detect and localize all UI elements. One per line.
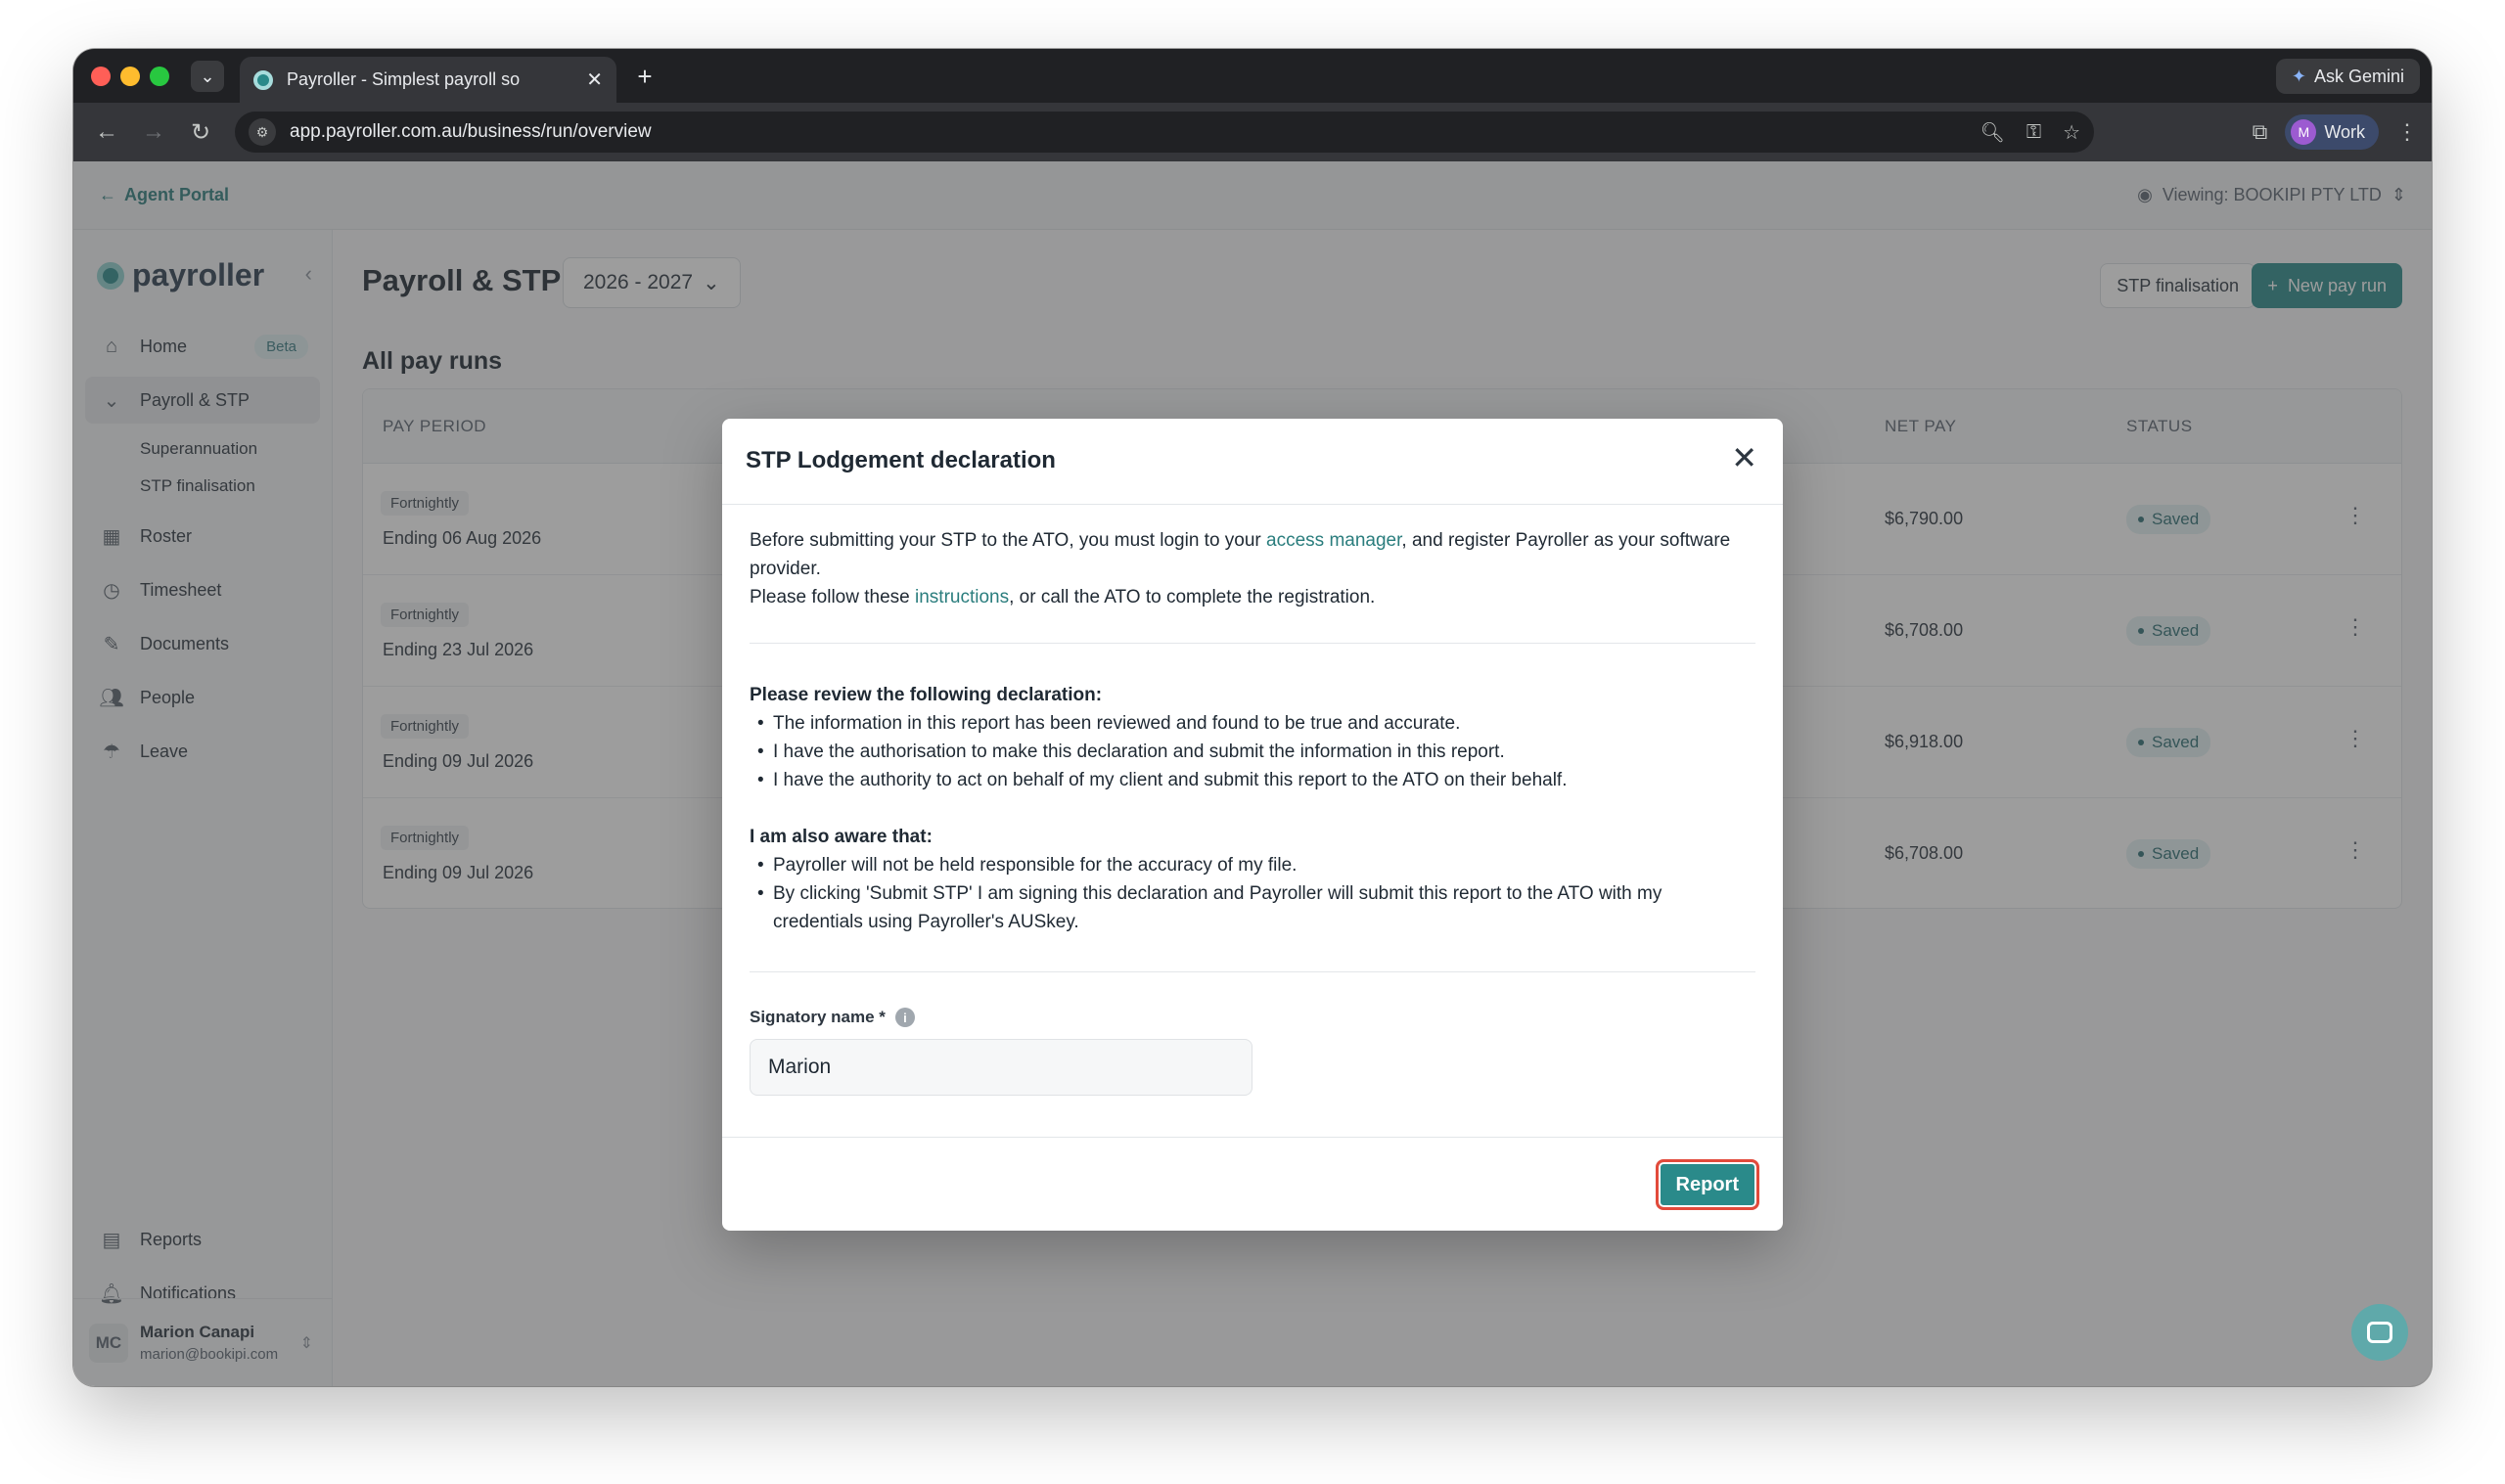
close-tab-icon[interactable]: ✕ xyxy=(586,67,603,92)
modal-body: Before submitting your STP to the ATO, y… xyxy=(750,505,1755,1096)
browser-window: ⌄ Payroller - Simplest payroll so ✕ + ✦ … xyxy=(73,49,2432,1386)
browser-menu-icon[interactable]: ⋮ xyxy=(2396,119,2418,145)
chevron-down-icon: ⌄ xyxy=(200,66,215,86)
modal-header: STP Lodgement declaration ✕ xyxy=(722,419,1783,505)
declaration-item: I have the authority to act on behalf of… xyxy=(750,766,1755,794)
aware-item: Payroller will not be held responsible f… xyxy=(750,851,1755,879)
modal-title: STP Lodgement declaration xyxy=(746,447,1056,473)
intro-text: Please follow these xyxy=(750,587,915,607)
signatory-label: Signatory name * i xyxy=(750,1008,1755,1027)
info-icon[interactable]: i xyxy=(894,1008,915,1027)
chat-support-button[interactable] xyxy=(2351,1304,2408,1361)
payroller-app: ← Agent Portal ◉ Viewing: BOOKIPI PTY LT… xyxy=(73,161,2432,1386)
access-manager-link[interactable]: access manager xyxy=(1266,530,1401,551)
browser-titlebar: ⌄ Payroller - Simplest payroll so ✕ + ✦ … xyxy=(73,49,2432,103)
close-window-button[interactable] xyxy=(91,67,111,86)
intro-text: Before submitting your STP to the ATO, y… xyxy=(750,530,1267,551)
ask-gemini-label: Ask Gemini xyxy=(2313,66,2404,86)
aware-item: By clicking 'Submit STP' I am signing th… xyxy=(750,879,1755,936)
profile-avatar: M xyxy=(2291,119,2317,145)
url-text[interactable]: app.payroller.com.au/business/run/overvi… xyxy=(290,121,652,143)
intro-paragraph: Before submitting your STP to the ATO, y… xyxy=(750,526,1755,611)
extensions-icon[interactable]: ⧉ xyxy=(2253,119,2268,145)
stp-declaration-modal: STP Lodgement declaration ✕ Before submi… xyxy=(722,419,1783,1231)
declaration-item: I have the authorisation to make this de… xyxy=(750,738,1755,766)
tab-title: Payroller - Simplest payroll so xyxy=(287,69,521,89)
signatory-label-text: Signatory name * xyxy=(750,1008,886,1026)
browser-tab[interactable]: Payroller - Simplest payroll so ✕ xyxy=(240,57,616,103)
declaration-item: The information in this report has been … xyxy=(750,709,1755,738)
minimize-window-button[interactable] xyxy=(120,67,140,86)
payroller-favicon-icon xyxy=(253,69,273,90)
gemini-icon: ✦ xyxy=(2291,66,2306,86)
intro-text: , or call the ATO to complete the regist… xyxy=(1009,587,1376,607)
modal-footer: Report xyxy=(722,1137,1783,1231)
back-icon[interactable]: ← xyxy=(83,118,130,146)
close-icon[interactable]: ✕ xyxy=(1731,442,1757,473)
address-bar[interactable]: ⚙ app.payroller.com.au/business/run/over… xyxy=(235,112,2094,153)
zoom-icon[interactable]: 🔍︎ xyxy=(1980,120,2004,145)
new-tab-button[interactable]: + xyxy=(629,61,660,92)
reload-icon[interactable]: ↻ xyxy=(177,118,224,147)
browser-toolbar: ← → ↻ ⚙ app.payroller.com.au/business/ru… xyxy=(73,103,2432,161)
instructions-link[interactable]: instructions xyxy=(915,587,1009,607)
forward-icon[interactable]: → xyxy=(130,118,177,146)
chat-icon xyxy=(2367,1322,2392,1343)
profile-button[interactable]: M Work xyxy=(2285,114,2379,150)
report-button[interactable]: Report xyxy=(1655,1159,1759,1210)
password-key-icon[interactable]: ⚿ xyxy=(2027,121,2041,144)
declaration-heading: Please review the following declaration: xyxy=(750,685,1103,705)
bookmark-star-icon[interactable]: ☆ xyxy=(2063,120,2080,145)
signatory-name-input[interactable] xyxy=(750,1039,1252,1096)
ask-gemini-button[interactable]: ✦ Ask Gemini xyxy=(2275,59,2420,94)
tab-list-button[interactable]: ⌄ xyxy=(191,61,224,92)
profile-label: Work xyxy=(2324,121,2365,142)
aware-heading: I am also aware that: xyxy=(750,827,933,847)
site-info-icon[interactable]: ⚙ xyxy=(249,118,276,146)
maximize-window-button[interactable] xyxy=(150,67,169,86)
